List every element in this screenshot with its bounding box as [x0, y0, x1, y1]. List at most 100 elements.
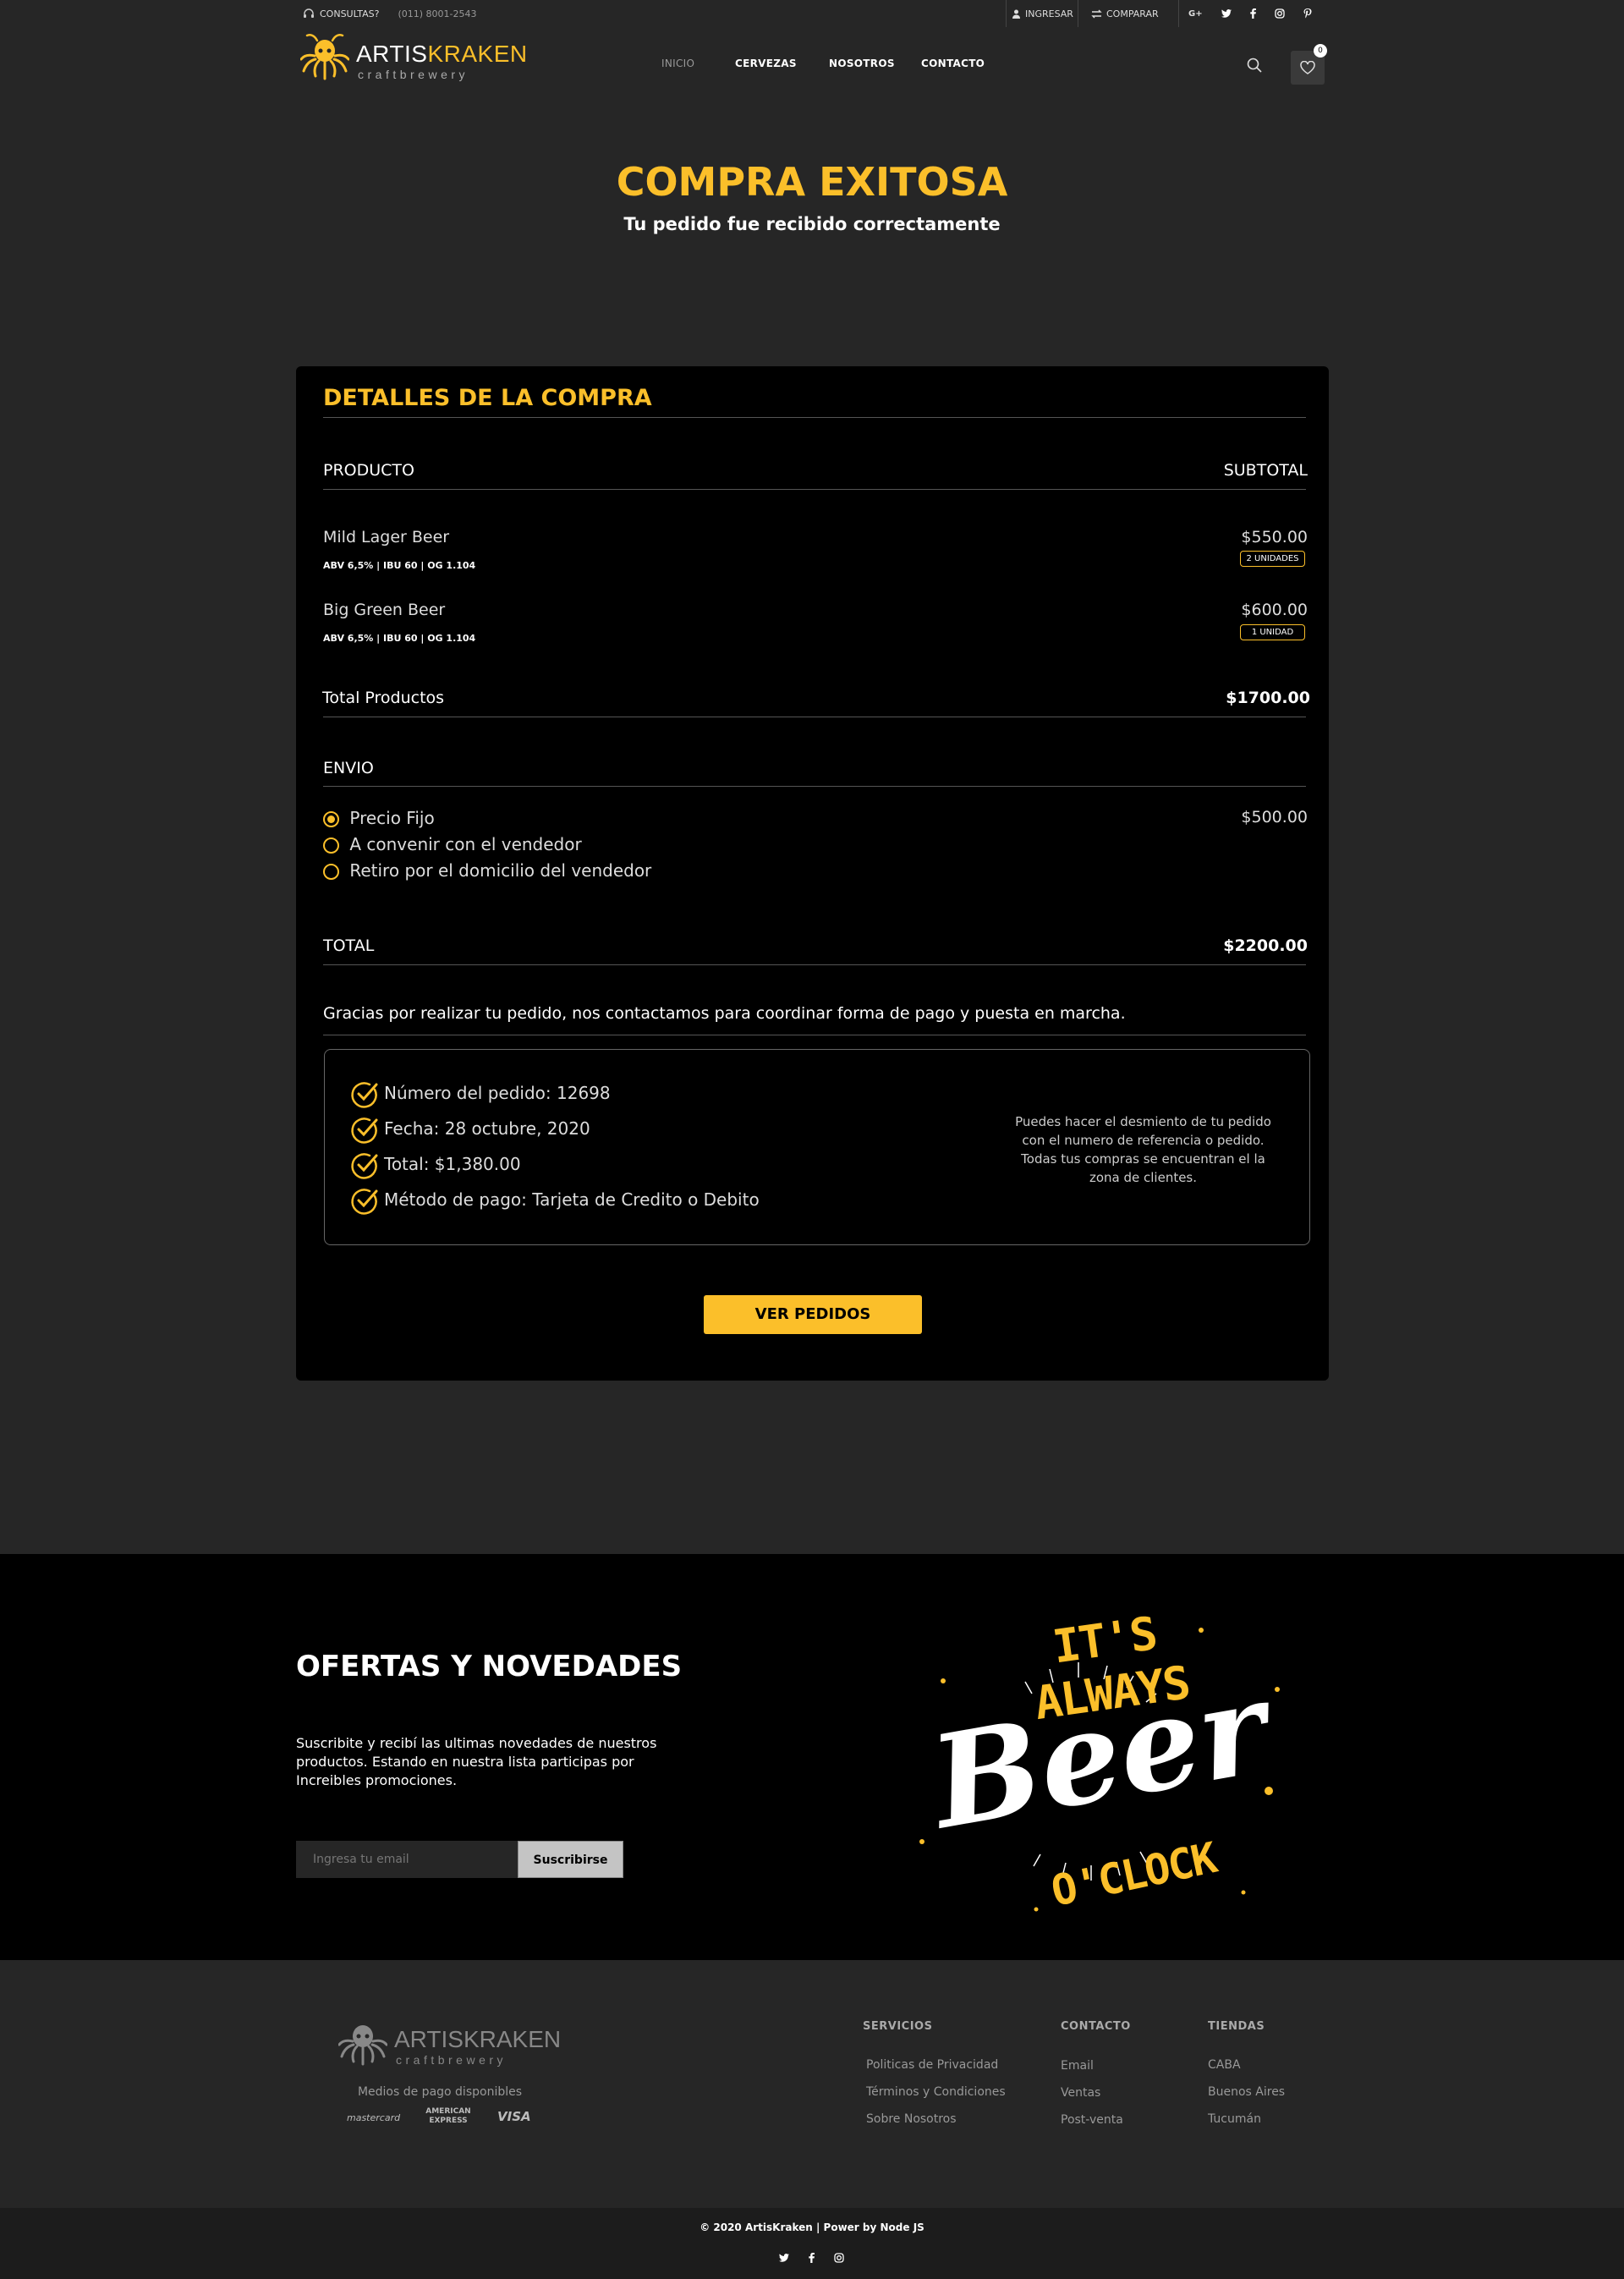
newsletter-section: OFERTAS Y NOVEDADES Suscribite y recibí … — [0, 1554, 1624, 1960]
shipping-price: $500.00 — [1241, 808, 1308, 826]
consultas-group: CONSULTAS? (011) 8001-2543 — [303, 0, 476, 27]
brand-tagline: craftbrewery — [358, 68, 469, 81]
email-input[interactable] — [296, 1841, 518, 1878]
product-price: $600.00 — [1241, 601, 1308, 619]
shipping-option-label: A convenir con el vendedor — [349, 834, 582, 854]
product-name[interactable]: Big Green Beer — [323, 601, 445, 619]
social-links: G+ — [1188, 0, 1312, 27]
total-products-label: Total Productos — [322, 689, 445, 707]
footer-link[interactable]: Términos y Condiciones — [866, 2085, 1006, 2099]
compare-label: COMPARAR — [1106, 8, 1159, 19]
beer-oclock-artwork: IT'S ALWAYS Beer O'CLOCK — [905, 1588, 1294, 1943]
col-subtotal-header: SUBTOTAL — [1223, 461, 1308, 480]
order-info-item: Fecha: 28 octubre, 2020 — [350, 1111, 760, 1146]
radio-unselected[interactable] — [323, 864, 339, 880]
radio-unselected[interactable] — [323, 837, 339, 854]
check-circle-icon — [351, 1081, 378, 1108]
instagram-icon[interactable] — [834, 2253, 844, 2263]
check-circle-icon — [351, 1188, 378, 1215]
headset-icon — [304, 8, 314, 18]
user-icon — [1012, 9, 1020, 19]
order-side-note: Puedes hacer el desmiento de tu pedido c… — [1015, 1114, 1271, 1185]
divider — [323, 964, 1306, 965]
compare-link[interactable]: COMPARAR — [1091, 0, 1159, 27]
footer-link[interactable]: Ventas — [1061, 2086, 1100, 2100]
order-info-list: Número del pedido: 12698 Fecha: 28 octub… — [350, 1075, 760, 1217]
order-info-item: Método de pago: Tarjeta de Credito o Deb… — [350, 1182, 760, 1217]
radio-selected[interactable] — [323, 811, 339, 827]
footer-brand-part2: KRAKEN — [463, 2026, 562, 2052]
shipping-option[interactable]: A convenir con el vendedor — [323, 834, 582, 854]
login-label: INGRESAR — [1025, 8, 1073, 19]
newsletter-title: OFERTAS Y NOVEDADES — [296, 1650, 683, 1683]
page-title: COMPRA EXITOSA — [616, 159, 1008, 205]
login-link[interactable]: INGRESAR — [1012, 0, 1073, 27]
footer-link[interactable]: Politicas de Privacidad — [866, 2058, 998, 2072]
tiendas-title: TIENDAS — [1208, 2020, 1265, 2033]
details-title: DETALLES DE LA COMPRA — [323, 385, 652, 411]
shipping-option[interactable]: Precio Fijo — [323, 808, 435, 828]
footer-link[interactable]: Tucumán — [1208, 2112, 1261, 2126]
subscribe-button[interactable]: Suscribirse — [518, 1841, 623, 1878]
footer-brand-part1: ARTIS — [394, 2026, 464, 2052]
pinterest-icon[interactable] — [1303, 8, 1312, 19]
contacto-title: CONTACTO — [1061, 2020, 1131, 2033]
check-circle-icon — [351, 1117, 378, 1144]
phone-number[interactable]: (011) 8001-2543 — [398, 8, 476, 19]
servicios-title: SERVICIOS — [863, 2020, 933, 2033]
col-product-header: PRODUCTO — [323, 461, 414, 480]
newsletter-text: Suscribite y recibí las ultimas novedade… — [296, 1735, 657, 1788]
footer-brand-tagline: craftbrewery — [396, 2053, 508, 2067]
footer-link[interactable]: Post-venta — [1061, 2113, 1123, 2127]
nav-cervezas[interactable]: CERVEZAS — [735, 58, 797, 69]
order-number: Número del pedido: 12698 — [384, 1083, 611, 1103]
main-nav: INICIO CERVEZAS NOSOTROS CONTACTO — [661, 58, 1000, 71]
footer-link[interactable]: CABA — [1208, 2058, 1241, 2072]
total-products-value: $1700.00 — [1226, 689, 1310, 707]
nav-inicio[interactable]: INICIO — [661, 58, 694, 69]
facebook-icon[interactable] — [1249, 8, 1256, 19]
nav-nosotros[interactable]: NOSOTROS — [829, 58, 895, 69]
divider — [323, 489, 1306, 490]
order-info-item: Total: $1,380.00 — [350, 1146, 760, 1182]
footer-logo[interactable]: ARTISKRAKEN craftbrewery — [338, 2018, 561, 2070]
shipping-header: ENVIO — [323, 759, 374, 777]
order-date: Fecha: 28 octubre, 2020 — [384, 1118, 590, 1139]
payments-label: Medios de pago disponibles — [357, 2085, 523, 2099]
google-plus-icon[interactable]: G+ — [1188, 9, 1203, 19]
total-label: TOTAL — [323, 936, 375, 955]
brand-name-part1: ARTIS — [356, 41, 428, 67]
footer-link[interactable]: Buenos Aires — [1208, 2085, 1285, 2099]
payment-method: Método de pago: Tarjeta de Credito o Deb… — [384, 1189, 760, 1210]
view-orders-button[interactable]: VER PEDIDOS — [704, 1295, 922, 1334]
heart-icon — [1300, 61, 1315, 74]
thanks-message: Gracias por realizar tu pedido, nos cont… — [323, 1004, 1126, 1023]
product-price: $550.00 — [1241, 528, 1308, 546]
amex-logo: AMERICAN EXPRESS — [425, 2107, 471, 2125]
footer-link[interactable]: Sobre Nosotros — [866, 2112, 957, 2126]
check-circle-icon — [351, 1152, 378, 1179]
search-icon[interactable] — [1247, 58, 1262, 73]
shipping-option[interactable]: Retiro por el domicilio del vendedor — [323, 860, 651, 881]
copyright-text: © 2020 ArtisKraken | Power by Node JS — [700, 2221, 924, 2233]
product-specs: ABV 6,5% | IBU 60 | OG 1.104 — [323, 633, 476, 644]
compare-icon — [1091, 9, 1102, 18]
footer-link[interactable]: Email — [1061, 2059, 1094, 2073]
site-footer: ARTISKRAKEN craftbrewery Medios de pago … — [0, 1960, 1624, 2208]
instagram-icon[interactable] — [1274, 8, 1285, 19]
footer-brand-name: ARTISKRAKEN — [394, 2026, 561, 2053]
product-qty-badge: 1 UNIDAD — [1240, 624, 1305, 640]
facebook-icon[interactable] — [809, 2253, 815, 2263]
shipping-option-label: Retiro por el domicilio del vendedor — [349, 860, 652, 881]
octopus-logo-icon — [338, 2025, 387, 2066]
brand-logo[interactable]: ARTISKRAKEN craftbrewery — [300, 32, 527, 85]
consultas-label: CONSULTAS? — [320, 8, 380, 19]
order-info-box: Número del pedido: 12698 Fecha: 28 octub… — [324, 1049, 1310, 1245]
product-name[interactable]: Mild Lager Beer — [323, 528, 449, 546]
wishlist-button[interactable]: 0 — [1291, 44, 1327, 85]
visa-logo: VISA — [497, 2109, 531, 2124]
page-subtitle: Tu pedido fue recibido correctamente — [623, 214, 1001, 234]
twitter-icon[interactable] — [779, 2254, 789, 2262]
nav-contacto[interactable]: CONTACTO — [921, 58, 985, 69]
twitter-icon[interactable] — [1221, 9, 1232, 18]
